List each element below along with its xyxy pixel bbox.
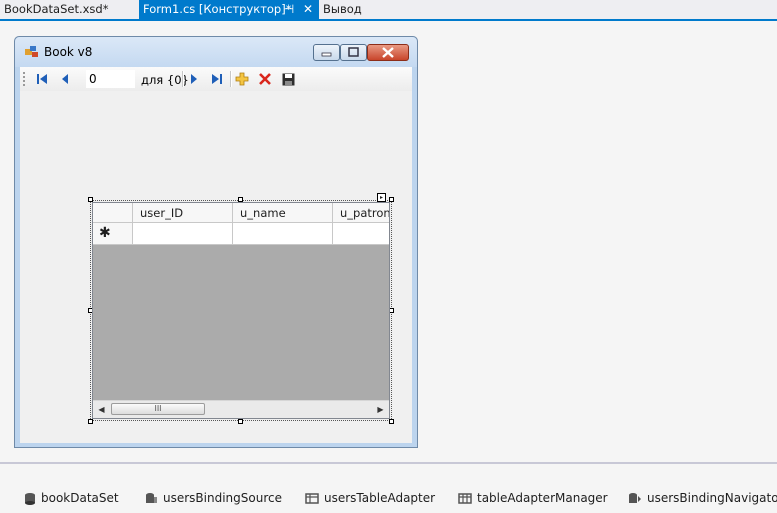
scroll-right-icon[interactable]: ▶ [372,401,389,418]
smart-tag-icon[interactable]: ▸ [377,193,386,202]
tab-label: Вывод [323,2,362,16]
resize-handle-s[interactable] [238,419,243,424]
resize-handle-sw[interactable] [88,419,93,424]
dataset-icon [25,492,35,505]
maximize-button[interactable] [340,44,367,61]
tray-item-label: usersTableAdapter [324,491,436,505]
toolstrip-separator [182,71,184,87]
delete-icon[interactable] [256,70,274,88]
component-tray: bookDataSet usersBindingSource usersTabl… [0,462,777,513]
binding-navigator-icon [629,492,641,503]
form-title-bar[interactable]: Book v8 [15,37,417,67]
binding-navigator: для {0} [20,67,412,91]
tab-bookdataset-xsd[interactable]: BookDataSet.xsd* [0,0,139,19]
tray-item-label: usersBindingNavigator [647,491,777,505]
column-header-user-id[interactable]: user_ID [133,203,233,223]
adapter-manager-icon [458,492,472,504]
grid-cell[interactable] [333,223,389,245]
binding-source-icon [146,492,157,503]
designer-surface[interactable]: Book v8 для {0} [0,21,777,462]
tab-form1-designer[interactable]: Form1.cs [Конструктор]* ⊣ ✕ [139,0,319,19]
maximize-icon [348,47,359,57]
save-icon[interactable] [279,70,297,88]
column-header-u-name[interactable]: u_name [233,203,333,223]
add-new-icon[interactable] [233,70,251,88]
form-title: Book v8 [44,45,93,59]
tray-item-bookdataset[interactable]: bookDataSet [24,489,119,507]
tray-item-usersbindingsource[interactable]: usersBindingSource [145,489,282,507]
tab-label: BookDataSet.xsd* [4,2,109,16]
pin-icon[interactable]: ⊣ [282,0,296,19]
grid-corner-cell[interactable] [93,203,133,223]
grid-cell[interactable] [233,223,333,245]
horizontal-scrollbar[interactable]: ◀ III ▶ [93,400,389,418]
move-next-icon[interactable] [185,70,203,88]
tray-item-label: tableAdapterManager [477,491,608,505]
scroll-left-icon[interactable]: ◀ [93,401,110,418]
scroll-thumb[interactable]: III [111,403,205,415]
tray-item-label: bookDataSet [41,491,119,505]
minimize-icon [321,52,332,57]
grid-cell[interactable] [133,223,233,245]
form-app-icon [25,46,38,57]
tray-item-usersbindingnavigator[interactable]: usersBindingNavigator [628,489,777,507]
tray-item-label: usersBindingSource [163,491,282,505]
table-adapter-icon [305,492,319,504]
move-previous-icon[interactable] [56,70,74,88]
grid-header-row: user_ID u_name u_patronymic [93,203,389,223]
close-x-icon [382,47,394,58]
resize-handle-se[interactable] [389,419,394,424]
tray-item-userstableadapter[interactable]: usersTableAdapter [305,489,435,507]
data-grid-view[interactable]: user_ID u_name u_patronymic ✱ ◀ III ▶ [92,202,390,419]
new-row-header[interactable]: ✱ [93,223,133,245]
close-icon[interactable]: ✕ [301,0,315,19]
toolstrip-separator [230,71,232,87]
column-header-u-patronymic[interactable]: u_patronymic [333,203,389,223]
document-tab-strip: BookDataSet.xsd* Form1.cs [Конструктор]*… [0,0,777,21]
toolstrip-grip[interactable] [23,72,25,86]
close-form-button[interactable] [367,44,409,61]
tray-item-tableadaptermanager[interactable]: tableAdapterManager [458,489,608,507]
move-last-icon[interactable] [208,70,226,88]
tab-output[interactable]: Вывод [319,0,379,19]
tab-label: Form1.cs [Конструктор]* [143,2,292,16]
position-input[interactable] [86,70,135,88]
minimize-button[interactable] [313,44,340,61]
move-first-icon[interactable] [33,70,51,88]
